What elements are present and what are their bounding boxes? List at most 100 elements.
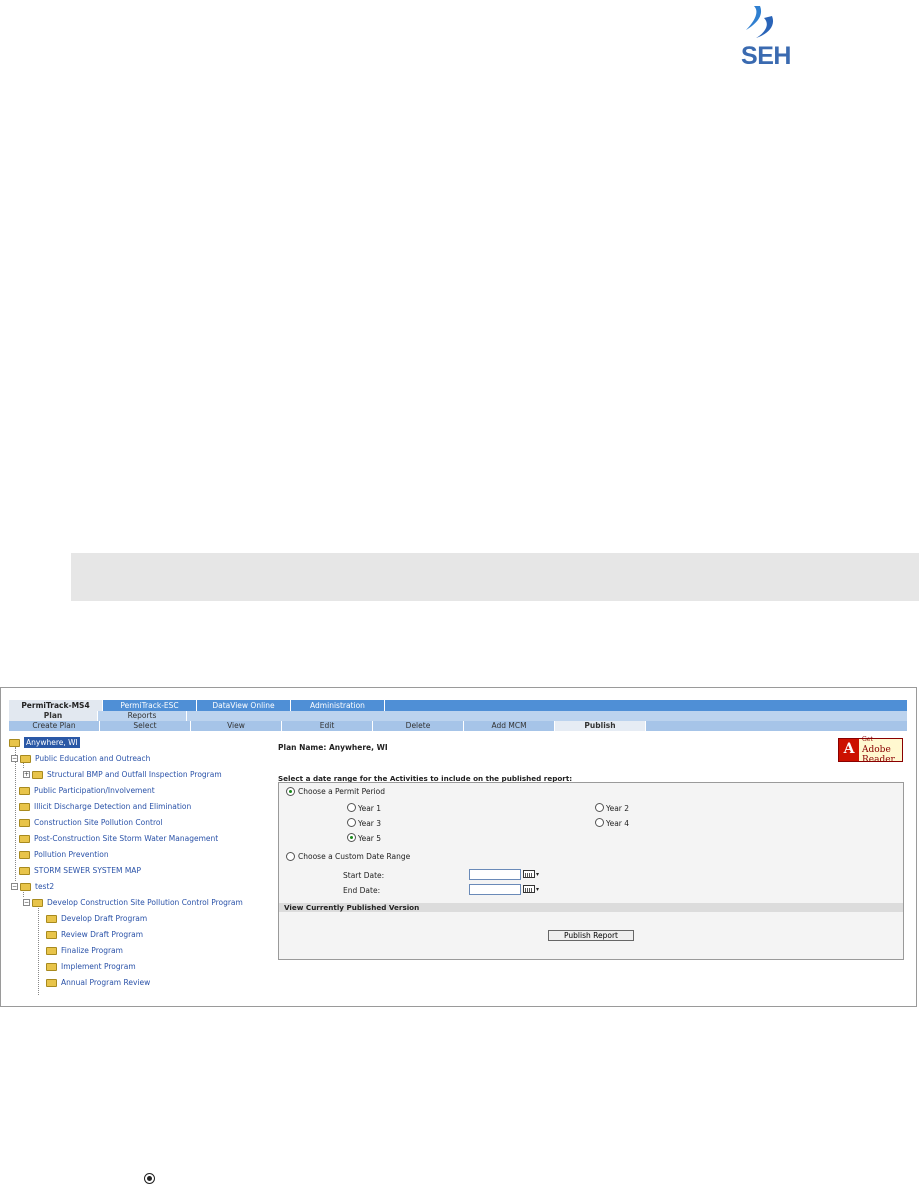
tab-select[interactable]: Select bbox=[100, 721, 191, 731]
section-tabs: Plan Reports bbox=[9, 711, 907, 721]
tree-node[interactable]: STORM SEWER SYSTEM MAP bbox=[19, 865, 141, 876]
plan-tree: Anywhere, WI − Public Education and Outr… bbox=[9, 737, 271, 1005]
tree-node[interactable]: Public Participation/Involvement bbox=[19, 785, 155, 796]
app-screenshot: PermiTrack-MS4 PermiTrack-ESC DataView O… bbox=[0, 687, 917, 1007]
folder-icon bbox=[46, 914, 57, 923]
folder-icon bbox=[19, 802, 30, 811]
collapse-icon[interactable]: − bbox=[23, 899, 30, 906]
radio-bullet-icon bbox=[144, 1173, 155, 1184]
custom-range-label: Choose a Custom Date Range bbox=[298, 852, 411, 861]
collapse-icon[interactable]: − bbox=[11, 755, 18, 762]
adobe-line1: Adobe bbox=[862, 745, 891, 755]
chevron-down-icon[interactable]: ▾ bbox=[536, 887, 539, 893]
tab-edit[interactable]: Edit bbox=[282, 721, 373, 731]
tree-label[interactable]: Review Draft Program bbox=[61, 929, 143, 940]
publish-report-button[interactable]: Publish Report bbox=[548, 930, 634, 941]
tab-reports[interactable]: Reports bbox=[98, 711, 187, 721]
folder-icon bbox=[32, 770, 43, 779]
tab-view[interactable]: View bbox=[191, 721, 282, 731]
plan-name-value: Anywhere, WI bbox=[328, 743, 388, 752]
permit-period-label: Choose a Permit Period bbox=[298, 787, 385, 796]
tab-add-mcm[interactable]: Add MCM bbox=[464, 721, 555, 731]
tree-node[interactable]: Illicit Discharge Detection and Eliminat… bbox=[19, 801, 191, 812]
adobe-get: Get bbox=[862, 736, 873, 743]
tab-administration[interactable]: Administration bbox=[291, 700, 385, 711]
tab-permitrack-esc[interactable]: PermiTrack-ESC bbox=[103, 700, 197, 711]
plan-name-label: Plan Name: bbox=[278, 743, 327, 752]
year-1-radio[interactable] bbox=[347, 803, 356, 812]
adobe-line2: Reader bbox=[862, 755, 895, 765]
collapse-icon[interactable]: − bbox=[11, 883, 18, 890]
custom-range-radio[interactable] bbox=[286, 852, 295, 861]
tree-label[interactable]: Develop Draft Program bbox=[61, 913, 147, 924]
tree-label[interactable]: Structural BMP and Outfall Inspection Pr… bbox=[47, 769, 222, 780]
adobe-icon: A bbox=[839, 739, 859, 761]
tab-plan[interactable]: Plan bbox=[9, 711, 98, 721]
tab-dataview-online[interactable]: DataView Online bbox=[197, 700, 291, 711]
folder-icon bbox=[19, 818, 30, 827]
calendar-icon[interactable] bbox=[523, 885, 535, 893]
tree-node[interactable]: Implement Program bbox=[46, 961, 136, 972]
tree-label[interactable]: Construction Site Pollution Control bbox=[34, 817, 163, 828]
end-date-input[interactable] bbox=[469, 884, 521, 895]
year-4-label: Year 4 bbox=[606, 819, 630, 828]
folder-icon bbox=[19, 786, 30, 795]
tree-node[interactable]: Pollution Prevention bbox=[19, 849, 109, 860]
year-2-label: Year 2 bbox=[606, 804, 630, 813]
folder-icon bbox=[20, 882, 31, 891]
tree-label[interactable]: Finalize Program bbox=[61, 945, 123, 956]
tab-permitrack-ms4[interactable]: PermiTrack-MS4 bbox=[9, 700, 103, 711]
get-adobe-reader-badge[interactable]: A Get Adobe Reader bbox=[838, 736, 903, 765]
tree-label[interactable]: Develop Construction Site Pollution Cont… bbox=[47, 897, 243, 908]
product-tabs: PermiTrack-MS4 PermiTrack-ESC DataView O… bbox=[9, 700, 907, 711]
folder-icon bbox=[19, 834, 30, 843]
tree-node[interactable]: Construction Site Pollution Control bbox=[19, 817, 163, 828]
tab-create-plan[interactable]: Create Plan bbox=[9, 721, 100, 731]
tree-node[interactable]: Finalize Program bbox=[46, 945, 123, 956]
tree-label[interactable]: Annual Program Review bbox=[61, 977, 150, 988]
tree-node-root[interactable]: Anywhere, WI bbox=[9, 737, 80, 748]
calendar-icon[interactable] bbox=[523, 870, 535, 878]
tree-label[interactable]: Public Education and Outreach bbox=[35, 753, 150, 764]
seh-logo-mark bbox=[746, 6, 774, 38]
view-published-link[interactable]: View Currently Published Version bbox=[279, 903, 903, 912]
tree-node[interactable]: + Structural BMP and Outfall Inspection … bbox=[23, 769, 222, 780]
grey-bar bbox=[71, 553, 919, 601]
publish-panel: Plan Name: Anywhere, WI A Get Adobe Read… bbox=[278, 736, 907, 1005]
start-date-input[interactable] bbox=[469, 869, 521, 880]
tree-label[interactable]: STORM SEWER SYSTEM MAP bbox=[34, 865, 141, 876]
folder-icon bbox=[19, 850, 30, 859]
folder-icon bbox=[46, 962, 57, 971]
tree-label[interactable]: Post-Construction Site Storm Water Manag… bbox=[34, 833, 218, 844]
tree-node[interactable]: Develop Draft Program bbox=[46, 913, 147, 924]
tree-label[interactable]: Implement Program bbox=[61, 961, 136, 972]
logo-text: SEH bbox=[741, 42, 791, 70]
tree-node[interactable]: − Develop Construction Site Pollution Co… bbox=[23, 897, 243, 908]
tree-node[interactable]: Review Draft Program bbox=[46, 929, 143, 940]
year-1-label: Year 1 bbox=[358, 804, 382, 813]
tree-label[interactable]: Anywhere, WI bbox=[24, 737, 80, 748]
year-2-radio[interactable] bbox=[595, 803, 604, 812]
tree-node[interactable]: − test2 bbox=[11, 881, 54, 892]
tree-label[interactable]: Public Participation/Involvement bbox=[34, 785, 155, 796]
folder-icon bbox=[20, 754, 31, 763]
chevron-down-icon[interactable]: ▾ bbox=[536, 872, 539, 878]
tree-label[interactable]: test2 bbox=[35, 881, 54, 892]
tab-publish[interactable]: Publish bbox=[555, 721, 646, 731]
tree-label[interactable]: Pollution Prevention bbox=[34, 849, 109, 860]
permit-period-radio[interactable] bbox=[286, 787, 295, 796]
folder-icon bbox=[46, 978, 57, 987]
year-3-label: Year 3 bbox=[358, 819, 382, 828]
start-date-label: Start Date: bbox=[343, 871, 385, 880]
year-4-radio[interactable] bbox=[595, 818, 604, 827]
tree-label[interactable]: Illicit Discharge Detection and Eliminat… bbox=[34, 801, 191, 812]
tab-delete[interactable]: Delete bbox=[373, 721, 464, 731]
year-5-radio[interactable] bbox=[347, 833, 356, 842]
folder-icon bbox=[9, 738, 20, 747]
expand-icon[interactable]: + bbox=[23, 771, 30, 778]
tree-node[interactable]: Annual Program Review bbox=[46, 977, 150, 988]
tree-node[interactable]: Post-Construction Site Storm Water Manag… bbox=[19, 833, 218, 844]
folder-icon bbox=[19, 866, 30, 875]
year-3-radio[interactable] bbox=[347, 818, 356, 827]
tree-node[interactable]: − Public Education and Outreach bbox=[11, 753, 150, 764]
